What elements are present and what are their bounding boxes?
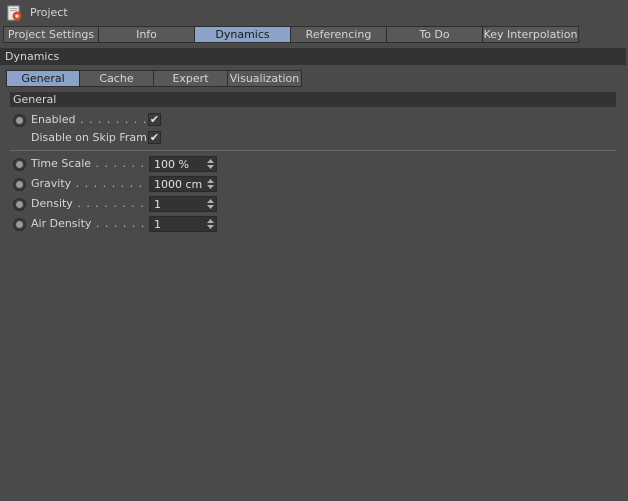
tab-expert[interactable]: Expert xyxy=(154,70,228,87)
divider xyxy=(10,150,616,151)
animate-radio-icon[interactable] xyxy=(13,158,26,171)
animate-radio-icon[interactable] xyxy=(13,198,26,211)
top-tab-bar: Project Settings Info Dynamics Referenci… xyxy=(3,26,579,43)
animate-radio-icon[interactable] xyxy=(13,178,26,191)
tab-key-interpolation[interactable]: Key Interpolation xyxy=(483,26,579,43)
param-row-time-scale: Time Scale . . . . . . . . . . 100 % xyxy=(0,155,628,173)
tab-cache[interactable]: Cache xyxy=(80,70,154,87)
param-label-time-scale: Time Scale . . . . . . . . . . xyxy=(31,157,147,170)
density-input[interactable]: 1 xyxy=(149,196,217,212)
tab-to-do[interactable]: To Do xyxy=(387,26,483,43)
param-label-density: Density . . . . . . . . . . . . xyxy=(31,197,147,210)
animate-radio-icon[interactable] xyxy=(13,114,26,127)
tab-info[interactable]: Info xyxy=(99,26,195,43)
param-row-gravity: Gravity . . . . . . . . . . . . . 1000 c… xyxy=(0,175,628,193)
spinner-arrows-icon[interactable] xyxy=(207,219,214,229)
skip-frame-checkbox[interactable]: ✔ xyxy=(148,131,161,144)
group-header: General xyxy=(10,92,616,107)
tab-referencing[interactable]: Referencing xyxy=(291,26,387,43)
spinner-arrows-icon[interactable] xyxy=(207,199,214,209)
section-header: Dynamics xyxy=(0,48,626,65)
project-icon xyxy=(7,5,22,21)
window-title: Project xyxy=(30,6,68,19)
sub-tab-bar: General Cache Expert Visualization xyxy=(6,70,302,87)
param-label-enabled: Enabled . . . . . . . . . . . . xyxy=(31,113,147,126)
param-row-air-density: Air Density . . . . . . . . . . 1 xyxy=(0,215,628,233)
param-label-skip-frame: Disable on Skip Frame xyxy=(31,131,147,144)
enabled-checkbox[interactable]: ✔ xyxy=(148,113,161,126)
time-scale-value: 100 % xyxy=(154,157,189,171)
animate-radio-icon[interactable] xyxy=(13,218,26,231)
spinner-arrows-icon[interactable] xyxy=(207,159,214,169)
tab-project-settings[interactable]: Project Settings xyxy=(3,26,99,43)
param-row-enabled: Enabled . . . . . . . . . . . . ✔ xyxy=(0,111,628,129)
air-density-input[interactable]: 1 xyxy=(149,216,217,232)
spinner-arrows-icon[interactable] xyxy=(207,179,214,189)
air-density-value: 1 xyxy=(154,217,161,231)
gravity-input[interactable]: 1000 cm xyxy=(149,176,217,192)
param-label-gravity: Gravity . . . . . . . . . . . . . xyxy=(31,177,147,190)
density-value: 1 xyxy=(154,197,161,211)
param-row-skip-frame: Disable on Skip Frame ✔ xyxy=(0,129,628,147)
tab-dynamics[interactable]: Dynamics xyxy=(195,26,291,43)
tab-general[interactable]: General xyxy=(6,70,80,87)
tab-visualization[interactable]: Visualization xyxy=(228,70,302,87)
param-label-air-density: Air Density . . . . . . . . . . xyxy=(31,217,147,230)
param-row-density: Density . . . . . . . . . . . . 1 xyxy=(0,195,628,213)
gravity-value: 1000 cm xyxy=(154,177,203,191)
title-bar: Project xyxy=(0,0,628,25)
time-scale-input[interactable]: 100 % xyxy=(149,156,217,172)
